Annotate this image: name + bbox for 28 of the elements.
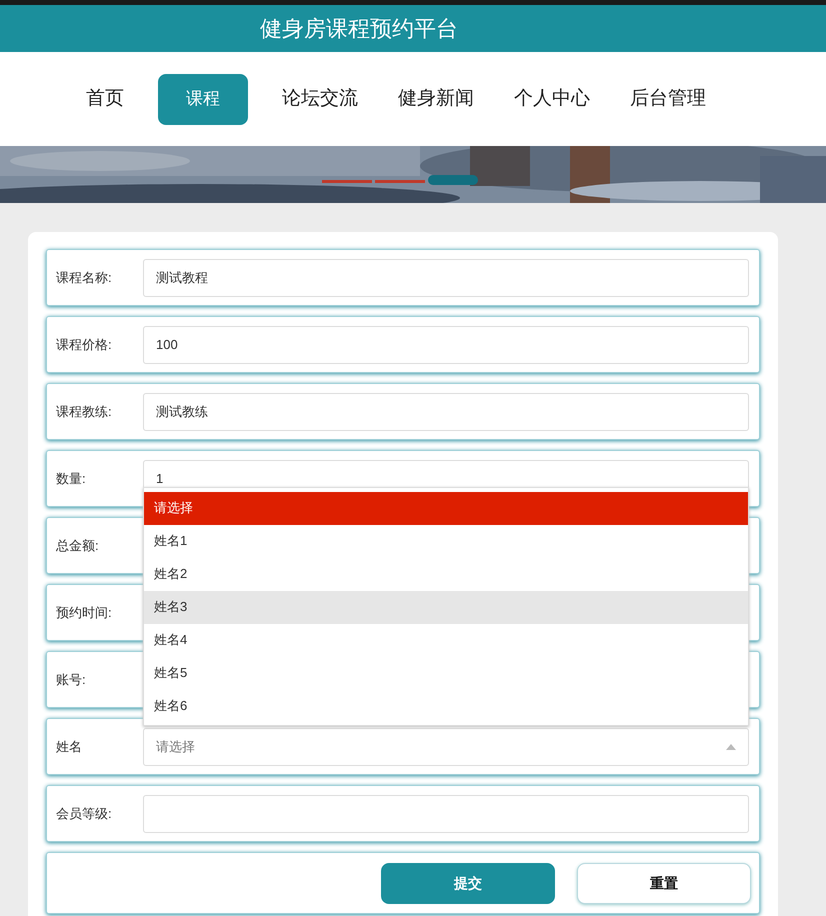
field-label: 姓名 [55,738,83,756]
field-label: 会员等级: [55,804,113,823]
carousel-indicator[interactable] [428,175,478,185]
submit-button[interactable]: 提交 [381,862,555,904]
input-field[interactable]: 测试教练 [143,392,749,430]
dropdown-option[interactable]: 姓名3 [144,590,748,624]
select-field[interactable]: 请选择 [143,728,749,766]
nav-tab[interactable]: 课程 [158,74,248,124]
dropdown-option[interactable]: 姓名1 [144,524,748,558]
reset-button[interactable]: 重置 [577,862,751,904]
dropdown-option[interactable]: 姓名2 [144,558,748,590]
field-label: 账号: [55,670,87,689]
dropdown-option[interactable]: 请选择 [144,492,748,524]
carousel-indicator[interactable] [375,180,425,183]
input-field[interactable]: 100 [143,326,749,364]
field-label: 课程名称: [55,268,113,287]
field-label: 预约时间: [55,604,113,622]
dropdown-option[interactable]: 姓名5 [144,656,748,690]
field-label: 课程教练: [55,402,113,421]
carousel-indicator[interactable] [322,180,372,183]
field-label: 数量: [55,470,87,488]
site-title: 健身房课程预约平台 [260,15,458,43]
field-label: 课程价格: [55,336,113,354]
input-field[interactable]: 测试教程 [143,258,749,296]
dropdown-option[interactable]: 姓名4 [144,624,748,656]
dropdown-option[interactable]: 姓名6 [144,690,748,722]
field-label: 总金额: [55,536,100,555]
input-field[interactable] [143,794,749,832]
